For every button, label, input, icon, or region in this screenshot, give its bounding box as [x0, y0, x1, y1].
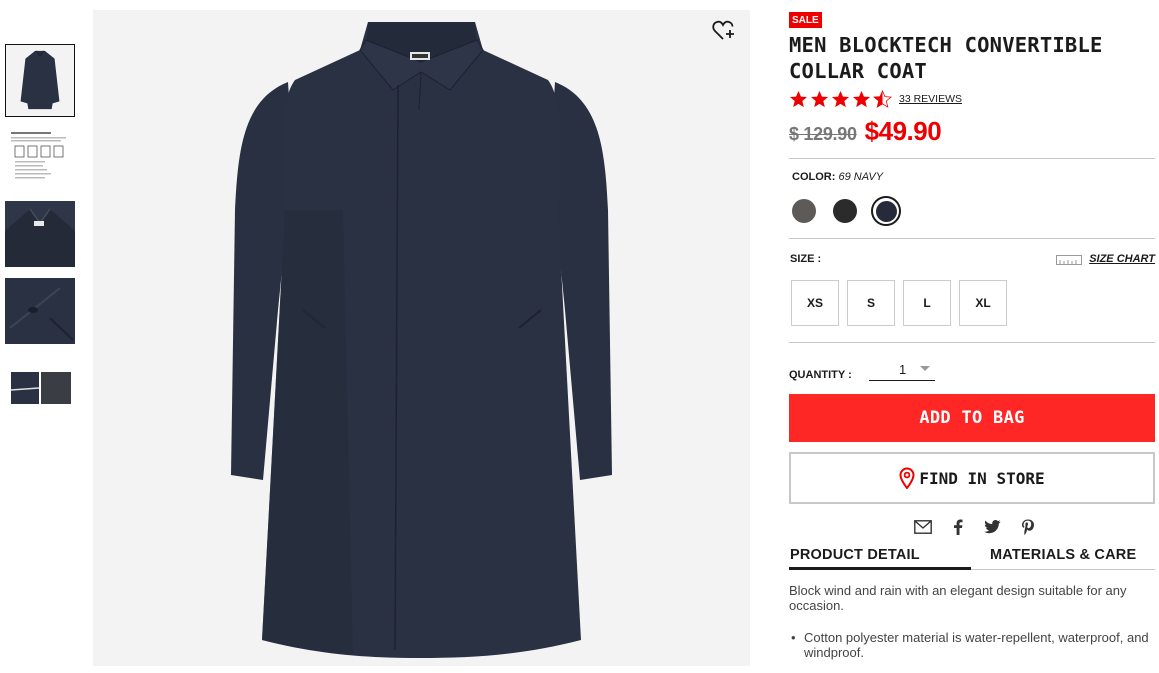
- star-full-icon: [810, 90, 829, 107]
- sale-badge: SALE: [789, 12, 822, 28]
- size-chart-label: SIZE CHART: [1089, 253, 1155, 265]
- color-row: COLOR: 69 NAVY: [789, 171, 1155, 183]
- size-label: SIZE :: [790, 253, 822, 265]
- rating-row: 33 REVIEWS: [789, 88, 1155, 110]
- color-swatches: [789, 195, 1155, 227]
- size-options: XS S L XL: [789, 280, 1155, 326]
- size-option-xs[interactable]: XS: [791, 280, 839, 326]
- sale-price: $49.90: [864, 116, 942, 146]
- star-full-icon: [852, 90, 871, 107]
- ruler-icon: [1056, 255, 1083, 265]
- price-row: $ 129.90 $49.90: [789, 116, 1155, 148]
- find-in-store-button[interactable]: FIND IN STORE: [789, 452, 1155, 504]
- color-value: 69 NAVY: [838, 171, 884, 183]
- add-to-wishlist-heart-icon[interactable]: [712, 20, 736, 42]
- size-option-s[interactable]: S: [847, 280, 895, 326]
- star-full-icon: [789, 90, 808, 107]
- coat-image: [93, 10, 750, 666]
- size-option-l[interactable]: L: [903, 280, 951, 326]
- reviews-link[interactable]: 33 REVIEWS: [899, 93, 962, 105]
- thumbnail-front[interactable]: [5, 44, 75, 117]
- color-label: COLOR:: [792, 171, 836, 183]
- star-half-icon: [873, 89, 892, 108]
- size-option-xl[interactable]: XL: [959, 280, 1007, 326]
- share-icons: [789, 518, 1155, 538]
- detail-tabs: PRODUCT DETAIL MATERIALS & CARE: [789, 544, 1155, 570]
- quantity-row: QUANTITY : 1: [789, 359, 1155, 381]
- location-pin-icon: [899, 467, 915, 489]
- quantity-label: QUANTITY :: [789, 369, 852, 381]
- mail-icon[interactable]: [913, 518, 932, 536]
- product-info-panel: SALE MEN BLOCKTECH CONVERTIBLE COLLAR CO…: [789, 10, 1155, 660]
- twitter-icon[interactable]: [984, 518, 1002, 536]
- size-chart-link[interactable]: SIZE CHART: [1056, 253, 1155, 265]
- add-to-bag-button[interactable]: ADD TO BAG: [789, 394, 1155, 442]
- feature-bullet: Cotton polyester material is water-repel…: [789, 630, 1155, 660]
- quantity-select[interactable]: 1: [869, 362, 935, 381]
- divider: [789, 158, 1155, 159]
- divider: [789, 342, 1155, 343]
- product-main-image: [93, 10, 750, 666]
- thumbnail-fabric-detail[interactable]: [5, 370, 75, 406]
- product-description: Block wind and rain with an elegant desi…: [789, 583, 1127, 613]
- find-in-store-label: FIND IN STORE: [919, 468, 1045, 488]
- tab-product-detail[interactable]: PRODUCT DETAIL: [789, 544, 971, 570]
- original-price: $ 129.90: [789, 124, 857, 144]
- thumbnail-pocket-detail[interactable]: [5, 278, 75, 344]
- size-row: SIZE : SIZE CHART: [789, 253, 1155, 265]
- pinterest-icon[interactable]: [1019, 518, 1037, 536]
- chevron-down-icon: [920, 366, 930, 371]
- thumbnail-feature-sheet[interactable]: [5, 126, 75, 192]
- star-full-icon: [831, 90, 850, 107]
- product-title: MEN BLOCKTECH CONVERTIBLE COLLAR COAT: [789, 33, 1103, 83]
- divider: [789, 238, 1155, 239]
- color-swatch-navy[interactable]: [871, 196, 901, 226]
- tab-materials-care[interactable]: MATERIALS & CARE: [971, 544, 1155, 570]
- quantity-value: 1: [899, 362, 907, 377]
- color-swatch-gray[interactable]: [792, 199, 816, 223]
- thumbnail-collar-detail[interactable]: [5, 201, 75, 267]
- color-swatch-black[interactable]: [833, 199, 857, 223]
- facebook-icon[interactable]: [949, 518, 967, 536]
